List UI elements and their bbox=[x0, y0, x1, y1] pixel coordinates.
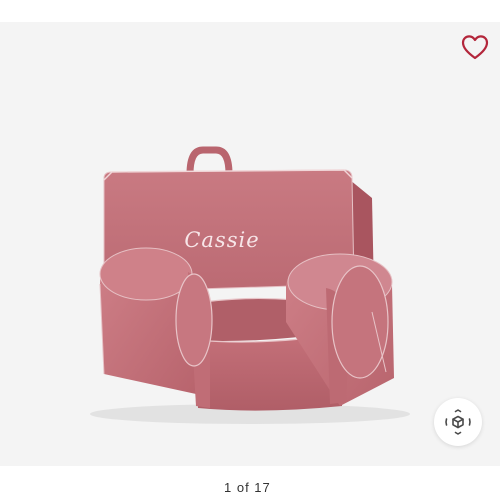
favorite-button[interactable] bbox=[458, 30, 492, 64]
product-image[interactable]: Cassie bbox=[0, 22, 500, 466]
3d-cube-icon bbox=[445, 409, 471, 435]
product-image-stage: Cassie bbox=[0, 22, 500, 466]
view-3d-button[interactable] bbox=[434, 398, 482, 446]
image-counter: 1 of 17 bbox=[0, 474, 500, 500]
image-counter-text: 1 of 17 bbox=[224, 480, 271, 495]
personalized-name: Cassie bbox=[184, 228, 259, 252]
heart-outline-icon bbox=[461, 35, 489, 60]
